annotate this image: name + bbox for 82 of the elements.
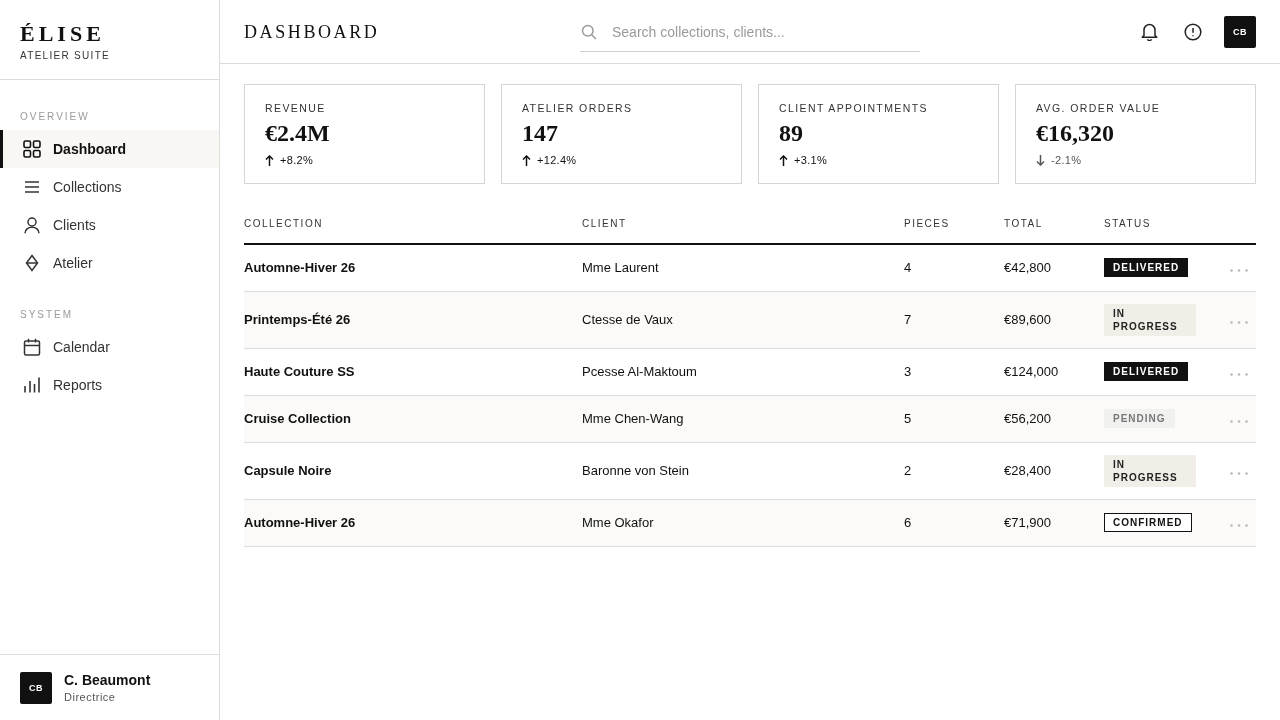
more-icon[interactable] [1230,320,1248,324]
client-name: Mme Chen-Wang [582,410,684,426]
bell-icon[interactable] [1141,22,1158,41]
section-label: SYSTEM [19,309,74,321]
collection-name: Printemps-Été 26 [244,311,351,327]
column-header: TOTAL [1004,218,1043,229]
arrow-down-icon [1036,154,1045,166]
user-avatar: CB [20,671,52,704]
brand-name: ÉLISE [20,21,105,47]
sidebar-item[interactable]: Calendar [0,328,219,366]
user-name: C. Beaumont [64,671,151,689]
collection-name: Haute Couture SS [244,363,355,379]
order-total: €89,600 [1004,311,1051,327]
arrow-up-icon [522,154,531,166]
client-name: Mme Laurent [582,259,659,275]
more-icon[interactable] [1230,372,1248,376]
exclamation-circle-icon[interactable] [1184,22,1202,41]
status-badge: DELIVERED [1104,362,1189,381]
metric-change: +3.1% [794,153,827,167]
order-total: €56,200 [1004,410,1051,426]
collection-name: Automne-Hiver 26 [244,514,356,530]
grid-icon [23,140,41,158]
status-badge: IN PROGRESS [1104,454,1196,487]
collection-name: Automne-Hiver 26 [244,259,356,275]
column-header: STATUS [1104,218,1151,229]
status-badge: IN PROGRESS [1104,303,1196,336]
metric-label: CLIENT APPOINTMENTS [779,102,928,115]
diamond-icon [23,254,41,272]
brand-tagline: ATELIER SUITE [20,50,111,62]
metric-value: 147 [522,119,558,147]
metric-label: REVENUE [265,102,326,115]
order-total: €42,800 [1004,259,1051,275]
more-icon[interactable] [1230,471,1248,475]
lines-icon [23,181,41,193]
metric-value: €16,320 [1036,119,1114,147]
metric-value: 89 [779,119,803,147]
metric-change: +8.2% [280,153,313,167]
arrow-up-icon [779,154,788,166]
user-avatar[interactable]: CB [1224,15,1256,48]
sidebar-item[interactable]: Atelier [0,244,219,282]
metric-label: ATELIER ORDERS [522,102,633,115]
piece-count: 4 [904,259,912,275]
search-field[interactable]: Search collections, clients... [612,21,920,43]
collection-name: Capsule Noire [244,462,332,478]
piece-count: 7 [904,311,912,327]
client-name: Pcesse Al-Maktoum [582,363,697,379]
metric-change: -2.1% [1051,153,1082,167]
sidebar-item[interactable]: Dashboard [0,130,219,168]
metric-value: €2.4M [265,119,330,147]
arrow-up-icon [265,154,274,166]
metric-label: AVG. ORDER VALUE [1036,102,1161,115]
search-icon [581,24,597,40]
piece-count: 5 [904,410,912,426]
more-icon[interactable] [1230,268,1248,272]
status-badge: PENDING [1104,409,1175,428]
order-total: €124,000 [1004,363,1059,379]
sidebar-item[interactable]: Collections [0,168,219,206]
piece-count: 2 [904,462,912,478]
user-role: Directrice [64,689,116,704]
status-badge: DELIVERED [1104,258,1189,278]
order-total: €71,900 [1004,514,1051,530]
status-badge: CONFIRMED [1104,513,1192,532]
more-icon[interactable] [1230,523,1248,527]
section-label: OVERVIEW [19,111,90,123]
piece-count: 3 [904,363,912,379]
calendar-icon [23,338,41,356]
bar-chart-icon [23,377,41,393]
order-total: €28,400 [1004,462,1051,478]
client-name: Mme Okafor [582,514,654,530]
client-name: Ctesse de Vaux [582,311,673,327]
metric-change: +12.4% [537,153,577,167]
sidebar-item[interactable]: Reports [0,366,219,404]
person-icon [23,216,41,234]
column-header: PIECES [904,218,950,229]
collection-name: Cruise Collection [244,410,351,426]
column-header: COLLECTION [244,218,323,229]
client-name: Baronne von Stein [582,462,689,478]
more-icon[interactable] [1230,419,1248,423]
page-title: DASHBOARD [244,20,380,43]
piece-count: 6 [904,514,912,530]
column-header: CLIENT [582,218,627,229]
sidebar-item[interactable]: Clients [0,206,219,244]
